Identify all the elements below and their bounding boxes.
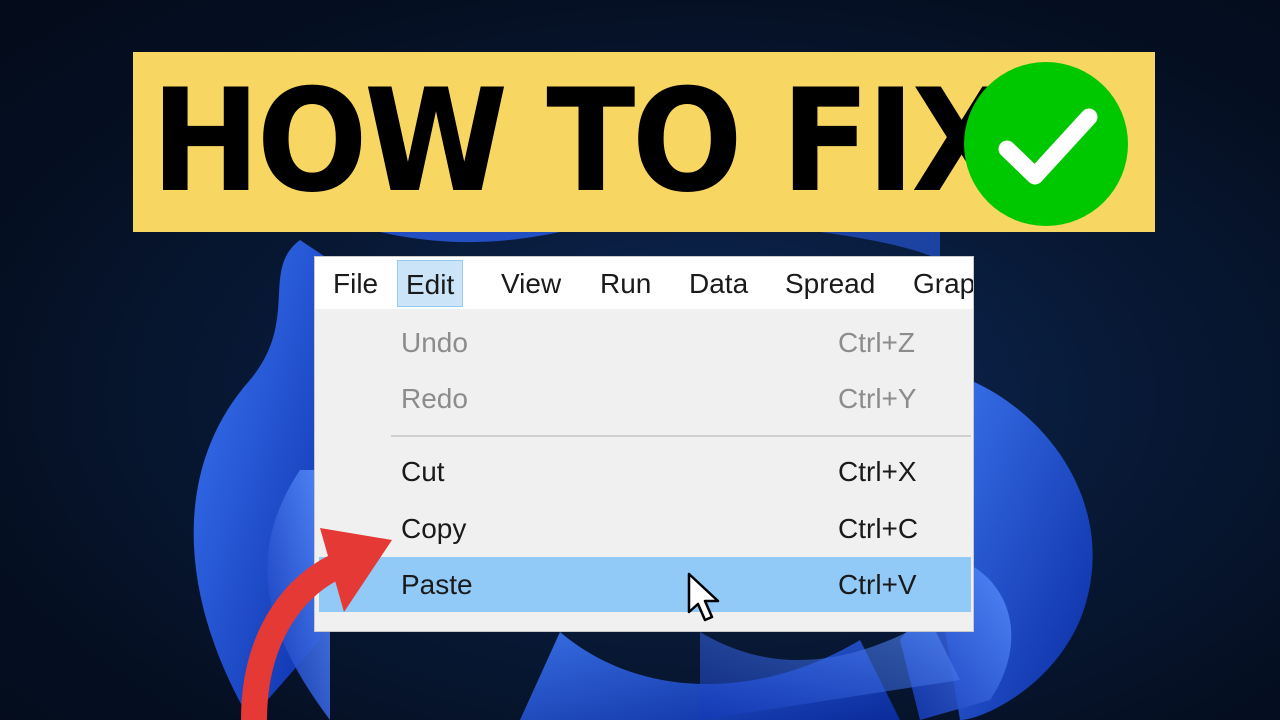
menu-item-shortcut: Ctrl+X <box>838 456 917 487</box>
menu-item-paste[interactable]: Paste Ctrl+V <box>319 557 971 612</box>
menu-item-label: Undo <box>401 327 468 358</box>
menu-data[interactable]: Data <box>681 260 756 307</box>
menu-item-label: Cut <box>401 456 445 487</box>
menu-run[interactable]: Run <box>592 260 659 307</box>
menu-item-cut[interactable]: Cut Ctrl+X <box>315 444 971 499</box>
menu-spread[interactable]: Spread <box>777 260 883 307</box>
mouse-pointer-icon <box>687 572 720 622</box>
banner-title: HOW TO FIX <box>151 59 1012 224</box>
menu-item-label: Redo <box>401 383 468 414</box>
menu-graph[interactable]: Grap <box>905 260 973 307</box>
menu-item-undo[interactable]: Undo Ctrl+Z <box>315 315 971 370</box>
menu-item-shortcut: Ctrl+Y <box>838 383 917 414</box>
menu-item-copy[interactable]: Copy Ctrl+C <box>315 501 971 556</box>
curved-arrow-icon <box>241 528 392 720</box>
menu-view[interactable]: View <box>493 260 569 307</box>
app-window: File Edit View Run Data Spread Grap Undo… <box>314 256 974 632</box>
edit-menu-dropdown: Undo Ctrl+Z Redo Ctrl+Y Cut Ctrl+X Copy … <box>315 309 973 631</box>
menu-item-shortcut: Ctrl+C <box>838 513 919 544</box>
menu-file[interactable]: File <box>325 260 386 307</box>
menu-item-shortcut: Ctrl+Z <box>838 327 915 358</box>
menu-separator <box>391 435 971 437</box>
checkmark-circle-icon <box>964 62 1128 226</box>
menu-item-redo[interactable]: Redo Ctrl+Y <box>315 371 971 426</box>
menu-item-shortcut: Ctrl+V <box>838 569 917 600</box>
menu-edit[interactable]: Edit <box>397 260 464 307</box>
menu-bar: File Edit View Run Data Spread Grap <box>315 257 973 309</box>
